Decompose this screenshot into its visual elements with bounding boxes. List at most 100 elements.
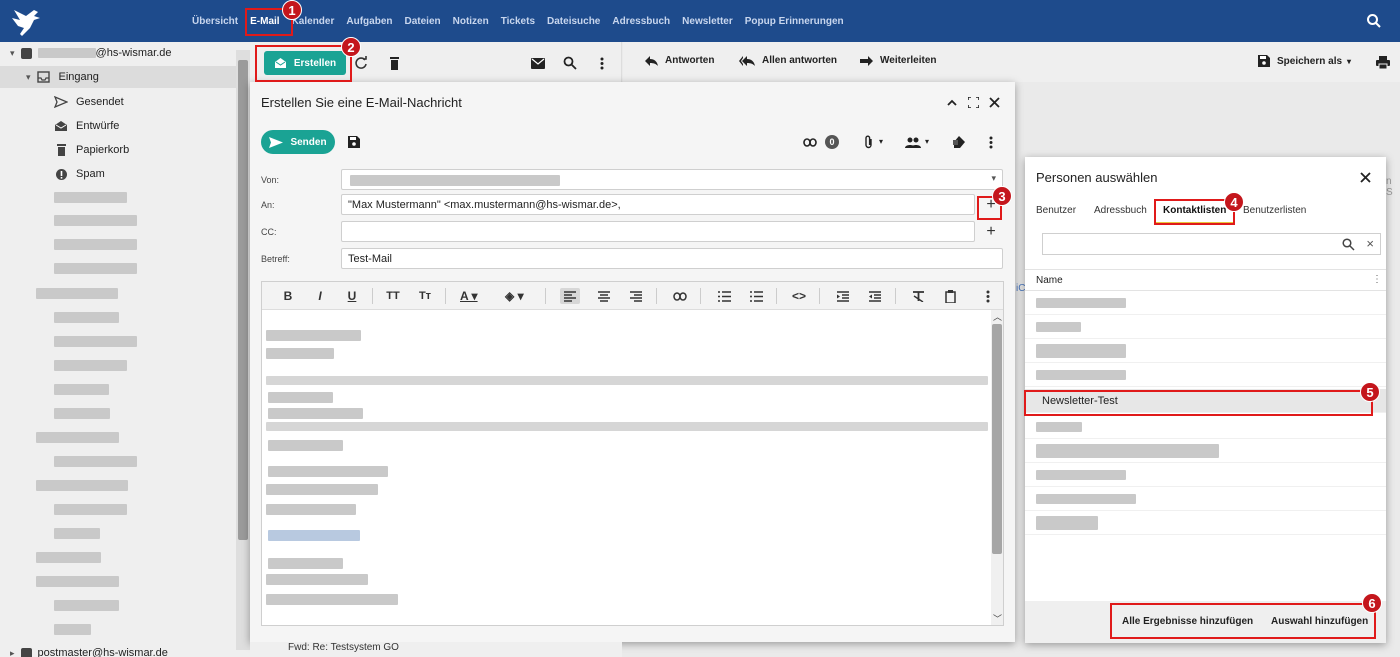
second-account-email: postmaster@hs-wismar.de — [37, 647, 168, 657]
send-button[interactable]: Senden — [261, 130, 335, 154]
indent-icon[interactable] — [835, 288, 851, 304]
subject-field[interactable]: Test-Mail — [341, 248, 1003, 269]
nav-item-tasks[interactable]: Aufgaben — [346, 16, 392, 27]
caret-down-icon[interactable]: ▾ — [10, 48, 15, 59]
align-left-icon[interactable] — [560, 288, 580, 304]
close-icon[interactable] — [988, 96, 1000, 108]
caret-down-icon[interactable]: ▾ — [925, 137, 929, 146]
align-right-icon[interactable] — [628, 288, 644, 304]
nav-item-newsletter[interactable]: Newsletter — [682, 16, 733, 27]
list-item[interactable] — [1025, 487, 1386, 511]
column-menu-icon[interactable]: ⋮ — [1372, 274, 1382, 285]
nav-item-overview[interactable]: Übersicht — [192, 16, 238, 27]
caret-right-icon[interactable]: ▸ — [10, 648, 15, 657]
refresh-icon[interactable] — [354, 56, 368, 70]
people-icon[interactable] — [904, 135, 922, 149]
nav-item-files[interactable]: Dateien — [404, 16, 440, 27]
folder-trash[interactable]: Papierkorb — [54, 143, 129, 157]
reply-all-button[interactable]: Allen antworten — [739, 55, 837, 66]
tab-users[interactable]: Benutzer — [1036, 205, 1076, 216]
chevron-up-icon[interactable]: ︿ — [993, 310, 1002, 323]
nav-item-addressbook[interactable]: Adressbuch — [612, 16, 670, 27]
list-item[interactable] — [1025, 463, 1386, 487]
nav-item-tickets[interactable]: Tickets — [501, 16, 535, 27]
list-item[interactable] — [1025, 511, 1386, 535]
column-header-name[interactable]: Name ⋮ — [1025, 269, 1386, 291]
more-vertical-icon[interactable] — [984, 135, 998, 149]
trash-icon[interactable] — [387, 56, 401, 70]
insert-link-icon[interactable] — [672, 288, 688, 304]
to-field[interactable]: "Max Mustermann" <max.mustermann@hs-wism… — [341, 194, 975, 215]
caret-down-icon[interactable]: ▾ — [26, 72, 31, 83]
forward-button[interactable]: Weiterleiten — [860, 55, 937, 66]
link-count-badge: 0 — [825, 135, 839, 149]
from-select[interactable]: ▾ — [341, 169, 1003, 190]
folder-sent[interactable]: Gesendet — [54, 95, 124, 109]
tag-icon[interactable] — [952, 135, 966, 149]
underline-icon[interactable]: U — [344, 288, 360, 304]
list-item[interactable] — [1025, 363, 1386, 387]
bold-icon[interactable]: B — [280, 288, 296, 304]
caret-down-icon[interactable]: ▾ — [879, 137, 883, 146]
reply-button[interactable]: Antworten — [645, 55, 714, 66]
search-icon[interactable] — [1342, 238, 1356, 252]
close-icon[interactable] — [1358, 170, 1372, 184]
folder-drafts[interactable]: Entwürfe — [54, 119, 119, 133]
more-vertical-icon[interactable] — [595, 56, 609, 70]
attachment-icon[interactable] — [861, 135, 875, 149]
nav-item-notes[interactable]: Notizen — [453, 16, 489, 27]
clear-search-icon[interactable]: × — [1366, 236, 1374, 251]
list-item[interactable] — [1025, 439, 1386, 463]
sidebar-scrollbar[interactable] — [236, 50, 250, 650]
list-item[interactable] — [1025, 415, 1386, 439]
background-text-fragment: n S — [1386, 176, 1393, 198]
inbox-icon — [37, 70, 51, 84]
add-cc-plus-icon[interactable]: + — [983, 223, 999, 240]
highlight-color-icon[interactable]: ◈ ▾ — [505, 288, 524, 304]
folder-inbox[interactable]: ▾ Eingang — [0, 66, 236, 88]
account-row[interactable]: ▾ @hs-wismar.de — [10, 47, 172, 59]
clipboard-icon[interactable] — [942, 288, 958, 304]
list-item[interactable] — [1025, 315, 1386, 339]
global-search-icon[interactable] — [1366, 13, 1382, 29]
fullscreen-icon[interactable] — [967, 96, 979, 108]
tab-addressbook[interactable]: Adressbuch — [1094, 205, 1147, 216]
save-draft-icon[interactable] — [347, 135, 361, 149]
editor-scrollbar[interactable]: ︿ ﹀ — [991, 310, 1003, 625]
envelope-icon[interactable] — [531, 56, 545, 70]
nav-item-filesearch[interactable]: Dateisuche — [547, 16, 600, 27]
chevron-up-icon[interactable] — [946, 96, 958, 108]
italic-icon[interactable]: I — [312, 288, 328, 304]
more-vertical-icon[interactable] — [980, 288, 996, 304]
print-icon[interactable] — [1376, 55, 1390, 69]
search-icon[interactable] — [563, 56, 577, 70]
save-as-button[interactable]: Speichern als ▾ — [1258, 55, 1351, 67]
align-center-icon[interactable] — [596, 288, 612, 304]
envelope-open-icon — [54, 119, 68, 133]
send-icon — [269, 136, 284, 148]
bullet-list-icon[interactable] — [748, 288, 764, 304]
font-size-decrease-icon[interactable]: Tт — [417, 288, 433, 304]
link-icon[interactable] — [803, 135, 817, 149]
list-item[interactable] — [1025, 291, 1386, 315]
cc-field[interactable] — [341, 221, 975, 242]
code-icon[interactable]: <> — [791, 288, 807, 304]
mail-list-item-partial[interactable]: Fwd: Re: Testsystem GO — [250, 642, 622, 657]
chevron-down-icon[interactable]: ﹀ — [993, 612, 1002, 625]
nav-item-popup-reminders[interactable]: Popup Erinnerungen — [745, 16, 844, 27]
text-color-icon[interactable]: A ▾ — [460, 288, 478, 304]
folder-label-drafts: Entwürfe — [76, 120, 120, 132]
dialog-search-input[interactable]: × — [1042, 233, 1381, 255]
second-account-row[interactable]: ▸ postmaster@hs-wismar.de — [10, 647, 168, 657]
to-label: An: — [261, 200, 275, 210]
tab-user-lists[interactable]: Benutzerlisten — [1243, 205, 1306, 216]
outdent-icon[interactable] — [867, 288, 883, 304]
message-editor[interactable]: B I U TT Tт A ▾ ◈ ▾ <> ︿ ﹀ — [261, 281, 1004, 626]
app-logo-icon[interactable] — [8, 4, 44, 38]
ordered-list-icon[interactable] — [716, 288, 732, 304]
font-size-increase-icon[interactable]: TT — [385, 288, 401, 304]
clear-formatting-icon[interactable] — [910, 288, 926, 304]
list-item[interactable] — [1025, 339, 1386, 363]
folder-spam[interactable]: Spam — [54, 167, 105, 181]
reply-all-label: Allen antworten — [762, 55, 838, 66]
